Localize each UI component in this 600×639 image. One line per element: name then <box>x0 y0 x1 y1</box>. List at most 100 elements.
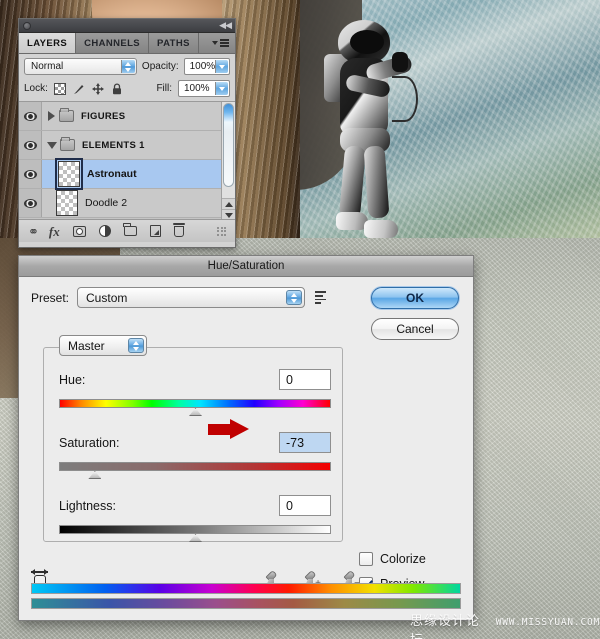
vertical-scrollbar[interactable] <box>221 102 235 219</box>
chevron-down-icon <box>212 41 218 45</box>
eye-icon <box>23 198 37 208</box>
new-group-icon[interactable] <box>123 223 137 236</box>
dialog-body: Preset: Custom OK Cancel Master Hue: 0 S… <box>19 277 473 621</box>
cancel-button[interactable]: Cancel <box>371 318 459 340</box>
astronaut-boot-right <box>364 220 398 238</box>
scroll-down-arrow-icon[interactable] <box>222 209 235 219</box>
fill-label: Fill: <box>156 83 172 94</box>
tab-channels-label: CHANNELS <box>84 37 141 49</box>
hue-value: 0 <box>286 372 293 387</box>
saturation-slider-track[interactable] <box>59 462 331 471</box>
colorize-checkbox[interactable] <box>359 552 373 566</box>
tab-layers-label: LAYERS <box>27 37 68 49</box>
lock-icon-group <box>53 82 123 95</box>
preset-select[interactable]: Custom <box>77 287 306 308</box>
opacity-dropdown-icon[interactable] <box>215 60 228 73</box>
folder-icon <box>59 108 74 122</box>
preset-label: Preset: <box>31 290 70 305</box>
layer-name: FIGURES <box>81 110 126 122</box>
folder-icon <box>60 137 75 151</box>
resize-grip-icon[interactable] <box>217 226 226 236</box>
chevron-right-icon[interactable] <box>48 111 55 121</box>
lightness-row: Lightness: 0 <box>59 495 331 516</box>
astronaut-cord <box>392 76 418 122</box>
new-adjustment-layer-icon[interactable] <box>98 225 111 237</box>
dialog-title: Hue/Saturation <box>207 260 285 272</box>
hue-value-field[interactable]: 0 <box>279 369 331 390</box>
astronaut-figure <box>316 16 426 252</box>
table-row[interactable]: Doodle 2 <box>19 189 235 218</box>
preset-stepper-icon[interactable] <box>286 290 303 305</box>
tab-layers[interactable]: LAYERS <box>19 33 77 53</box>
astronaut-glove <box>392 52 408 72</box>
channel-select[interactable]: Master <box>59 335 147 356</box>
saturation-value-field[interactable]: -73 <box>279 432 331 453</box>
channel-stepper-icon[interactable] <box>128 338 144 353</box>
layer-list[interactable]: FIGURES ELEMENTS 1 Astronaut Doodle 2 <box>19 102 235 220</box>
table-row[interactable]: ELEMENTS 1 <box>19 131 235 160</box>
hue-label: Hue: <box>59 372 86 387</box>
lightness-value-field[interactable]: 0 <box>279 495 331 516</box>
colorize-checkbox-row[interactable]: Colorize <box>359 552 426 566</box>
ok-button[interactable]: OK <box>371 287 459 309</box>
fill-value: 100% <box>184 83 210 94</box>
lightness-slider-block: Lightness: 0 <box>59 495 331 542</box>
fill-dropdown-icon[interactable] <box>215 82 228 95</box>
hamburger-lines-icon <box>220 39 229 47</box>
new-layer-icon[interactable] <box>149 225 161 237</box>
scroll-up-arrow-icon[interactable] <box>222 198 235 209</box>
lightness-slider-track[interactable] <box>59 525 331 534</box>
tab-paths[interactable]: PATHS <box>149 33 199 53</box>
hue-slider-block: Hue: 0 <box>59 369 331 416</box>
layer-visibility-toggle[interactable] <box>19 160 42 188</box>
astronaut-leg-right <box>363 145 390 219</box>
table-row[interactable]: Astronaut <box>19 158 235 190</box>
layer-thumbnail <box>55 158 83 190</box>
layer-visibility-toggle[interactable] <box>19 189 42 217</box>
collapse-double-arrow-icon[interactable]: ◀◀ <box>219 21 232 30</box>
panel-titlebar: ◀◀ <box>19 19 235 33</box>
channel-value: Master <box>68 338 105 353</box>
blend-mode-stepper-icon[interactable] <box>120 60 135 73</box>
lock-position-icon[interactable] <box>91 82 104 95</box>
chevron-down-icon[interactable] <box>47 141 57 149</box>
screenshot-root: ◀◀ LAYERS CHANNELS PATHS Normal Opacity:… <box>0 0 600 639</box>
opacity-value: 100% <box>189 61 216 72</box>
source-spectrum-bar <box>31 583 461 594</box>
hue-slider-track[interactable] <box>59 399 331 408</box>
red-annotation-arrow <box>208 419 252 439</box>
layer-visibility-toggle[interactable] <box>19 131 42 159</box>
lock-transparency-icon[interactable] <box>53 82 66 95</box>
result-spectrum-bar <box>31 598 461 609</box>
dialog-button-column: OK Cancel <box>371 287 459 340</box>
add-layer-mask-icon[interactable] <box>72 225 86 237</box>
opacity-input[interactable]: 100% <box>183 58 230 75</box>
preset-options-icon[interactable] <box>313 291 327 304</box>
layers-panel-footer: ⚭ fx <box>19 220 235 242</box>
panel-close-dot[interactable] <box>23 21 31 30</box>
layers-panel[interactable]: ◀◀ LAYERS CHANNELS PATHS Normal Opacity:… <box>18 18 236 248</box>
opacity-label: Opacity: <box>141 61 179 72</box>
lock-image-pixels-icon[interactable] <box>73 83 85 95</box>
astronaut-leg-left <box>338 145 367 219</box>
layer-visibility-toggle[interactable] <box>19 102 42 130</box>
preset-value: Custom <box>86 290 128 305</box>
table-row[interactable]: FIGURES <box>19 102 235 131</box>
cancel-button-label: Cancel <box>396 322 434 336</box>
dialog-title-bar: Hue/Saturation <box>19 256 473 277</box>
layer-style-fx-icon[interactable]: fx <box>49 225 60 238</box>
tab-strip-filler <box>198 33 206 53</box>
layer-name: Doodle 2 <box>85 197 128 209</box>
scrollbar-thumb[interactable] <box>223 103 234 187</box>
delete-layer-icon[interactable] <box>172 223 185 237</box>
panel-menu-icon[interactable] <box>206 33 235 53</box>
lightness-value: 0 <box>286 498 293 513</box>
blend-mode-select[interactable]: Normal <box>24 58 137 75</box>
fill-input[interactable]: 100% <box>178 80 230 97</box>
lock-label: Lock: <box>24 83 48 94</box>
tab-channels[interactable]: CHANNELS <box>76 33 150 53</box>
lock-all-icon[interactable] <box>111 82 123 95</box>
hue-row: Hue: 0 <box>59 369 331 390</box>
astronaut-visor <box>350 30 384 54</box>
link-layers-icon[interactable]: ⚭ <box>28 225 39 238</box>
